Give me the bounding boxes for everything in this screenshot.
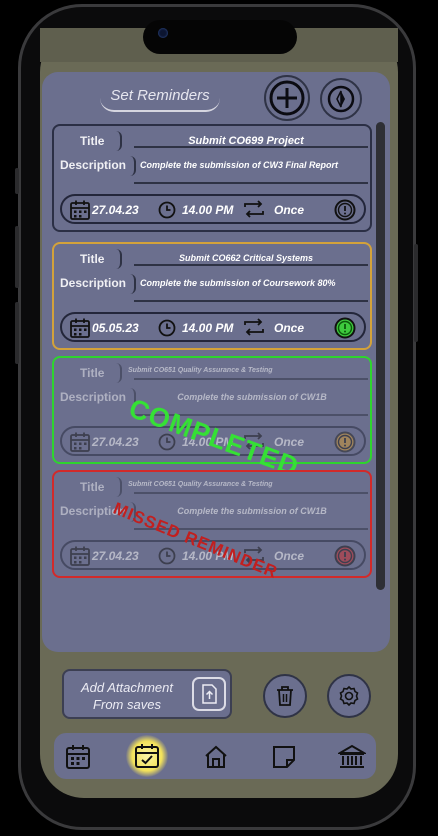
gear-icon xyxy=(339,685,359,707)
repeat-icon xyxy=(242,199,266,224)
status-alert-icon[interactable] xyxy=(334,317,356,339)
description-label: Description xyxy=(60,158,127,172)
reminder-title: Submit CO699 Project xyxy=(188,135,304,147)
mute-switch xyxy=(15,168,19,194)
repeat-icon xyxy=(242,317,266,342)
power-button xyxy=(414,244,418,342)
camera-icon xyxy=(158,28,168,38)
bank-icon xyxy=(338,744,366,768)
nav-calendar[interactable] xyxy=(60,739,96,775)
reminder-repeat: Once xyxy=(274,321,305,335)
reminder-description: Complete the submission of Coursework 80… xyxy=(140,278,336,288)
title-label: Title xyxy=(80,252,105,266)
plus-circle-icon xyxy=(269,80,305,116)
home-icon xyxy=(205,745,227,768)
calendar-icon xyxy=(70,318,90,343)
calendar-check-icon xyxy=(135,744,159,768)
description-label: Description xyxy=(60,390,127,404)
description-label: Description xyxy=(60,276,127,290)
status-alert-icon[interactable] xyxy=(334,431,356,453)
delete-button[interactable] xyxy=(263,674,307,718)
title-underline xyxy=(134,378,368,380)
title-label: Title xyxy=(80,480,105,494)
description-underline xyxy=(134,300,368,302)
reminder-date: 05.05.23 xyxy=(92,321,139,335)
reminder-date: 27.04.23 xyxy=(92,435,139,449)
set-reminders-button[interactable]: Set Reminders xyxy=(100,84,220,112)
reminder-card[interactable]: Title Description Submit CO699 Project Comp… xyxy=(52,124,372,232)
volume-up-button xyxy=(15,226,19,288)
calendar-icon xyxy=(70,432,90,457)
reminder-title: Submit CO651 Quality Assurance & Testing xyxy=(128,481,273,488)
title-label: Title xyxy=(80,366,105,380)
nav-notes[interactable] xyxy=(266,739,302,775)
calendar-icon xyxy=(66,745,90,769)
attachment-line-1: Add Attachment xyxy=(80,680,173,695)
compass-icon xyxy=(327,85,355,113)
reminder-repeat: Once xyxy=(274,203,305,217)
reminder-description: Complete the submission of CW1B xyxy=(177,392,327,402)
title-underline xyxy=(134,264,368,266)
calendar-icon xyxy=(70,546,90,571)
reminder-description: Complete the submission of CW1B xyxy=(177,506,327,516)
nav-home[interactable] xyxy=(198,739,234,775)
reminder-date: 27.04.23 xyxy=(92,549,139,563)
reminder-title: Submit CO651 Quality Assurance & Testing xyxy=(128,367,273,374)
reminder-card[interactable]: Title Description Submit CO651 Quality Ass… xyxy=(52,470,372,582)
navigate-button[interactable] xyxy=(320,78,362,120)
add-attachment-button[interactable]: Add Attachment From saves xyxy=(62,669,232,719)
notch xyxy=(143,20,297,54)
note-icon xyxy=(273,746,295,768)
clock-icon xyxy=(158,319,176,342)
attachment-line-2: From saves xyxy=(93,697,161,712)
volume-down-button xyxy=(15,302,19,364)
status-alert-icon[interactable] xyxy=(334,545,356,567)
description-underline xyxy=(134,182,368,184)
reminder-details: 05.05.23 14.00 PM Once xyxy=(60,312,366,342)
upload-icon xyxy=(192,677,226,711)
reminder-details: 27.04.23 14.00 PM Once xyxy=(60,194,366,224)
add-reminder-button[interactable] xyxy=(264,75,310,121)
reminder-repeat: Once xyxy=(274,549,305,563)
nav-reminders[interactable] xyxy=(126,735,168,777)
title-underline xyxy=(134,492,368,494)
reminder-date: 27.04.23 xyxy=(92,203,139,217)
clock-icon xyxy=(158,201,176,224)
calendar-icon xyxy=(70,200,90,225)
scrollbar[interactable] xyxy=(376,122,385,590)
reminder-time: 14.00 PM xyxy=(182,203,234,217)
reminder-card[interactable]: Title Description Submit CO662 Critical Sy… xyxy=(52,242,372,350)
reminder-card[interactable]: Title Description Submit CO651 Quality Ass… xyxy=(52,356,372,482)
settings-button[interactable] xyxy=(327,674,371,718)
clock-icon xyxy=(158,547,176,570)
reminder-time: 14.00 PM xyxy=(182,321,234,335)
bottom-nav xyxy=(54,733,376,779)
reminder-description: Complete the submission of CW3 Final Rep… xyxy=(140,160,339,170)
status-alert-icon[interactable] xyxy=(334,199,356,221)
title-label: Title xyxy=(80,134,105,148)
nav-bank[interactable] xyxy=(334,739,370,775)
trash-icon xyxy=(277,686,293,706)
reminder-title: Submit CO662 Critical Systems xyxy=(178,253,314,263)
